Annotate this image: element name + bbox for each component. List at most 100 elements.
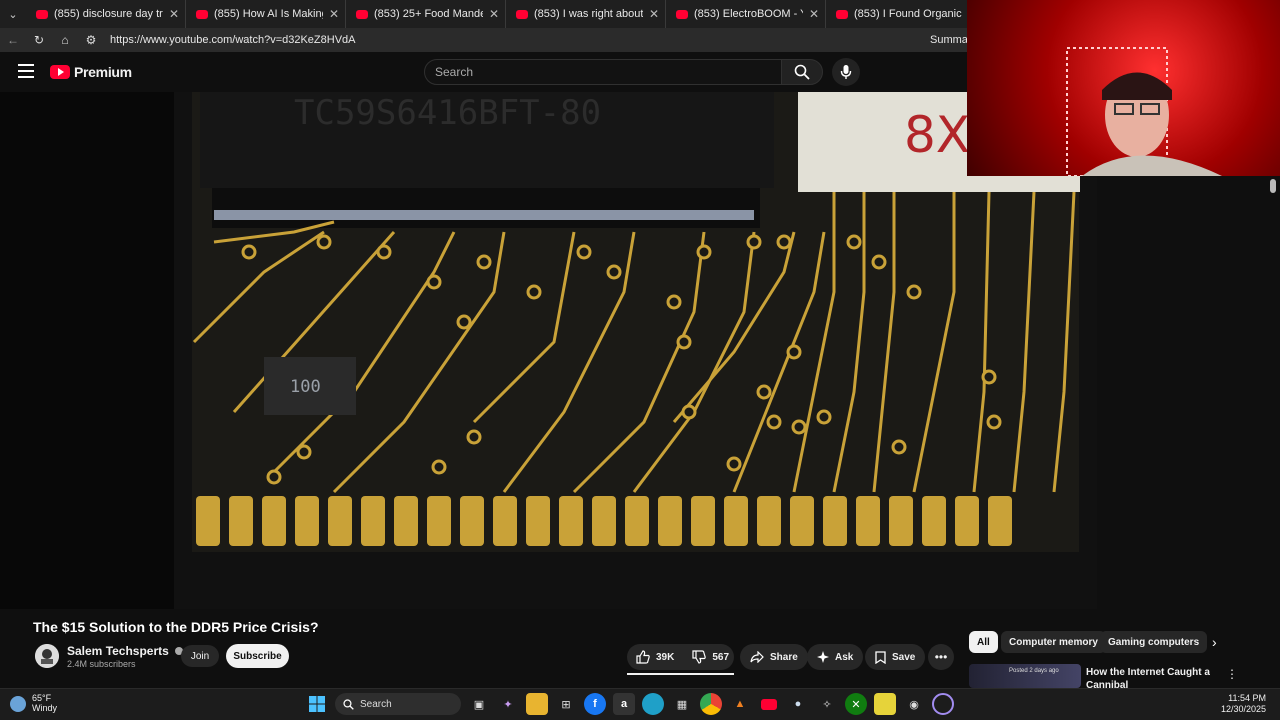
home-icon[interactable]: ⌂ [58, 33, 72, 47]
bluetooth-icon[interactable]: ✧ [816, 693, 838, 715]
sidebar-scrollbar[interactable] [1270, 179, 1276, 193]
like-ratio-bar [627, 673, 734, 675]
thumbnail-caption: Posted 2 days ago [1009, 668, 1059, 674]
edge-icon[interactable] [642, 693, 664, 715]
subscriber-count: 2.4M subscribers [67, 659, 136, 669]
channel-avatar[interactable] [35, 644, 59, 668]
temperature: 65°F [32, 693, 52, 703]
dislike-button[interactable]: 567 [683, 644, 738, 670]
youtube-premium-logo[interactable]: Premium [50, 64, 132, 80]
share-icon [750, 651, 764, 663]
taskbar-search[interactable]: Search [335, 693, 461, 715]
sticky-notes-icon[interactable] [874, 693, 896, 715]
recommendation-title[interactable]: How the Internet Caught a Cannibal [1086, 666, 1216, 688]
tab-label: (853) I Found Organic Produce Ch [854, 8, 963, 20]
chrome-icon[interactable] [700, 693, 722, 715]
bookmark-icon [875, 650, 886, 664]
facebook-icon[interactable]: f [584, 693, 606, 715]
microphone-icon [840, 65, 852, 79]
start-windows-icon[interactable] [306, 693, 328, 715]
youtube-favicon-icon [36, 9, 48, 19]
weather-condition: Windy [32, 703, 58, 713]
search-icon [343, 698, 354, 710]
chip-pins [212, 188, 760, 228]
video-title: The $15 Solution to the DDR5 Price Crisi… [33, 619, 319, 635]
browser-tab[interactable]: (853) I was right about dishwasher ✕ [506, 0, 666, 28]
thumbs-up-icon [636, 650, 650, 664]
task-view-icon[interactable]: ▣ [468, 693, 490, 715]
weather-widget[interactable]: 65°F Windy [10, 693, 57, 713]
more-actions-button[interactable]: ••• [928, 644, 954, 670]
file-explorer-icon[interactable] [526, 693, 548, 715]
youtube-favicon-icon [516, 9, 528, 19]
site-info-icon[interactable]: ⚙ [84, 33, 98, 47]
video-frame-pcb[interactable]: TC59S6416BFT-80 8X 100 [174, 92, 1097, 609]
ask-label: Ask [835, 651, 854, 663]
subscribe-button[interactable]: Subscribe [226, 644, 289, 668]
search-placeholder: Search [435, 65, 474, 79]
like-button[interactable]: 39K [627, 644, 683, 670]
youtube-favicon-icon [356, 9, 368, 19]
search-button[interactable] [781, 59, 823, 85]
browser-tab[interactable]: (855) disclosure day trailer - YouTube ✕ [26, 0, 186, 28]
github-icon[interactable]: ◉ [903, 693, 925, 715]
obs-icon[interactable] [932, 693, 954, 715]
share-button[interactable]: Share [740, 644, 808, 670]
sticker-text: 8X [904, 106, 970, 164]
tab-close-icon[interactable]: ✕ [329, 7, 339, 21]
channel-name[interactable]: Salem Techsperts [67, 644, 184, 658]
tab-close-icon[interactable]: ✕ [649, 7, 659, 21]
amazon-icon[interactable]: a [613, 693, 635, 715]
channel-name-text: Salem Techsperts [67, 644, 169, 658]
youtube-favicon-icon [836, 9, 848, 19]
browser-tab[interactable]: (853) ElectroBOOM - YouTube ✕ [666, 0, 826, 28]
youtube-favicon-icon [196, 9, 208, 19]
chip-gaming-computers[interactable]: Gaming computers [1100, 631, 1208, 653]
browser-tab[interactable]: (855) How AI Is Making Everything ✕ [186, 0, 346, 28]
save-button[interactable]: Save [865, 644, 926, 670]
youtube-favicon-icon [676, 9, 688, 19]
ask-button[interactable]: Ask [807, 644, 864, 670]
join-button[interactable]: Join [181, 645, 219, 667]
resistor-marking: 100 [290, 377, 321, 397]
tab-label: (855) disclosure day trailer - YouTube [54, 8, 163, 20]
xbox-icon[interactable]: ✕ [845, 693, 867, 715]
like-count: 39K [656, 651, 675, 663]
player-letterbox [0, 92, 174, 609]
tab-close-icon[interactable]: ✕ [809, 7, 819, 21]
youtube-app-icon[interactable] [758, 693, 780, 715]
browser-tab[interactable]: (853) I Found Organic Produce Ch ✕ [826, 0, 986, 28]
search-icon [794, 64, 810, 80]
copilot-icon[interactable]: ✦ [497, 693, 519, 715]
reload-icon[interactable]: ↻ [32, 33, 46, 47]
tab-list-chevron-icon[interactable]: ⌄ [0, 0, 26, 28]
calculator-icon[interactable]: ▦ [671, 693, 693, 715]
back-arrow-icon[interactable]: ← [6, 33, 20, 47]
chip-all[interactable]: All [969, 631, 998, 653]
recommendation-thumbnail[interactable]: Posted 2 days ago [969, 664, 1081, 688]
tab-close-icon[interactable]: ✕ [169, 7, 179, 21]
voice-search-button[interactable] [832, 58, 860, 86]
store-icon[interactable]: ⊞ [555, 693, 577, 715]
chevron-right-icon[interactable]: › [1212, 634, 1217, 650]
tab-close-icon[interactable]: ✕ [489, 7, 499, 21]
browser-tab[interactable]: (853) 25+ Food Mandela Effects! ✕ [346, 0, 506, 28]
video-player[interactable]: TC59S6416BFT-80 8X 100 [0, 92, 1097, 609]
menu-icon[interactable] [18, 64, 34, 78]
steam-icon[interactable]: ● [787, 693, 809, 715]
clock-date: 12/30/2025 [1220, 704, 1266, 714]
system-clock[interactable]: 11:54 PM 12/30/2025 [1221, 693, 1266, 715]
gold-contact-fingers [196, 496, 1012, 546]
recommendations-sidebar [1097, 176, 1280, 609]
logo-text: Premium [74, 64, 132, 80]
more-vertical-icon[interactable]: ⋮ [1226, 667, 1238, 681]
save-label: Save [892, 651, 916, 663]
search-input[interactable]: Search [424, 59, 782, 85]
weather-icon [10, 696, 26, 712]
share-label: Share [770, 651, 798, 663]
tab-label: (853) ElectroBOOM - YouTube [694, 8, 803, 20]
vlc-icon[interactable]: ▲ [729, 693, 751, 715]
chip-computer-memory[interactable]: Computer memory [1001, 631, 1106, 653]
taskbar-apps: Search ▣ ✦ ⊞ f a ▦ ▲ ● ✧ ✕ ◉ [306, 693, 954, 715]
dislike-count: 567 [712, 651, 730, 663]
